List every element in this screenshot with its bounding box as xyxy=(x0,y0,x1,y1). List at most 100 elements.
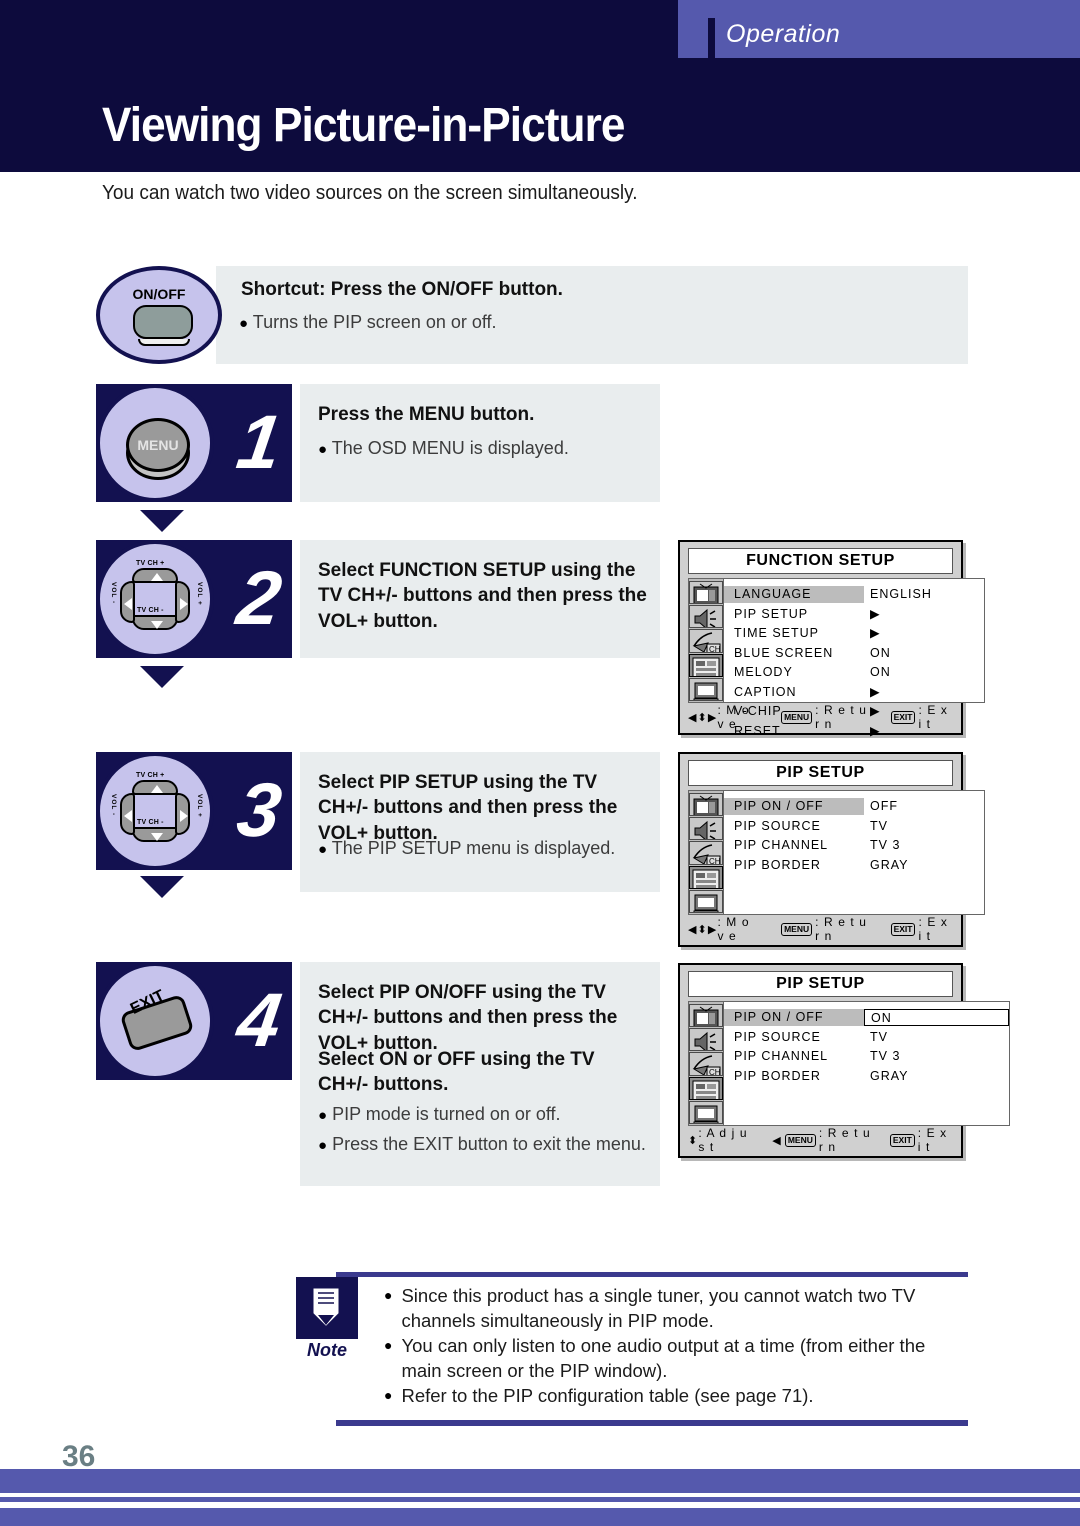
note-item-text: Since this product has a single tuner, y… xyxy=(401,1285,916,1331)
bullet-dot: ● xyxy=(318,441,328,458)
tv-icon[interactable] xyxy=(689,1004,723,1028)
onoff-key-cap xyxy=(133,305,193,339)
svg-text:CH: CH xyxy=(709,645,721,652)
osd-row[interactable]: PIP BORDER GRAY xyxy=(724,856,984,876)
bullet-dot: ● xyxy=(239,315,249,332)
menu-keycap-icon: MENU xyxy=(781,922,813,936)
step-2-number: 2 xyxy=(231,556,287,641)
pc-monitor-icon[interactable] xyxy=(689,889,723,914)
step-1-bullet: ● The OSD MENU is displayed. xyxy=(318,436,663,460)
step-4-bullet-1-text: PIP mode is turned on or off. xyxy=(332,1104,561,1124)
osd-row[interactable]: LANGUAGE ENGLISH xyxy=(724,585,984,605)
tv-icon[interactable] xyxy=(689,581,723,605)
speaker-icon[interactable] xyxy=(689,1028,723,1052)
dpad-down-label: TV CH - xyxy=(137,819,164,826)
osd-exit-text: : E x i t xyxy=(918,703,948,731)
osd-footer: ◀⬍▶ : M o v e MENU : R e t u r n EXIT : … xyxy=(688,915,953,943)
exit-keycap-icon: EXIT xyxy=(890,922,916,936)
exit-keycap-icon: EXIT xyxy=(890,710,916,724)
osd-row[interactable]: MELODY ON xyxy=(724,663,984,683)
osd-row-label: PIP SETUP xyxy=(734,606,809,621)
osd-row-label: CAPTION xyxy=(734,684,797,699)
osd-function-setup: FUNCTION SETUP CH LANGUAGE ENGLISH PIP S… xyxy=(678,540,985,738)
step-1-number: 1 xyxy=(231,400,287,485)
dpad-down-label: TV CH - xyxy=(137,607,164,614)
osd-title: PIP SETUP xyxy=(688,760,953,786)
osd-row-label: PIP ON / OFF xyxy=(724,798,864,816)
osd-icon-strip: CH xyxy=(688,1001,724,1126)
note-item-text: You can only listen to one audio output … xyxy=(401,1335,926,1381)
footer-bar-2 xyxy=(0,1497,1080,1502)
osd-row[interactable]: PIP SOURCE TV xyxy=(724,1028,1009,1048)
manual-page: Operation Viewing Picture-in-Picture You… xyxy=(0,0,1080,1526)
osd-row-label: PIP BORDER xyxy=(734,1068,821,1083)
shortcut-bullet-text: Turns the PIP screen on or off. xyxy=(252,312,497,332)
shortcut-bullet: ● Turns the PIP screen on or off. xyxy=(239,312,497,333)
bullet-dot: ● xyxy=(318,1107,328,1124)
osd-exit-text: : E x i t xyxy=(918,915,948,943)
osd-row-label: LANGUAGE xyxy=(724,586,864,604)
osd-row[interactable]: CAPTION ▶ xyxy=(724,683,984,703)
note-rule-top xyxy=(336,1272,968,1277)
step-3-bullet: ● The PIP SETUP menu is displayed. xyxy=(318,836,663,860)
osd-row-label: PIP CHANNEL xyxy=(734,1049,829,1064)
function-setup-icon[interactable] xyxy=(689,865,723,889)
osd-row[interactable]: TIME SETUP ▶ xyxy=(724,624,984,644)
page-title: Viewing Picture-in-Picture xyxy=(102,99,625,152)
function-setup-icon[interactable] xyxy=(689,653,723,677)
osd-row[interactable]: PIP SETUP ▶ xyxy=(724,605,984,625)
step-4-heading-2: Select ON or OFF using the TV CH+/- butt… xyxy=(318,1049,595,1096)
osd-row[interactable]: PIP CHANNEL TV 3 xyxy=(724,1047,1009,1067)
osd-move-text: : M o v e xyxy=(717,915,750,943)
channel-antenna-icon[interactable]: CH xyxy=(689,841,723,865)
section-label: Operation xyxy=(726,20,841,48)
osd-row[interactable]: PIP ON / OFF ON xyxy=(724,1008,1009,1028)
dpad-right-arrow-icon xyxy=(180,810,188,822)
osd-row-label: TIME SETUP xyxy=(734,626,820,641)
exit-button-illustration: EXIT xyxy=(96,962,214,1080)
osd-row-value: ▶ xyxy=(870,606,881,621)
channel-antenna-icon[interactable]: CH xyxy=(689,1052,723,1076)
nav-arrows-icon: ◀⬍▶ xyxy=(688,923,718,936)
speaker-icon[interactable] xyxy=(689,817,723,841)
dpad-right-label: VOL + xyxy=(196,582,203,606)
step-1: 1 MENU Press the MENU button. ● The OSD … xyxy=(96,384,968,502)
osd-row[interactable]: PIP CHANNEL TV 3 xyxy=(724,836,984,856)
left-arrow-icon: ◀ xyxy=(772,1134,782,1147)
speaker-icon[interactable] xyxy=(689,605,723,629)
tv-icon[interactable] xyxy=(689,793,723,817)
osd-move-hint: ◀⬍▶ : M o v e xyxy=(688,703,760,731)
osd-row-value: ON xyxy=(864,1009,1009,1027)
step-2-heading: Select FUNCTION SETUP using the TV CH+/-… xyxy=(318,560,647,632)
dpad-left-label: VOL - xyxy=(110,794,117,817)
step-1-bullet-text: The OSD MENU is displayed. xyxy=(331,438,569,458)
channel-antenna-icon[interactable]: CH xyxy=(689,629,723,653)
menu-keycap-icon: MENU xyxy=(781,710,813,724)
dpad-left-label: VOL - xyxy=(110,582,117,605)
step-4-panel: Select PIP ON/OFF using the TV CH+/- but… xyxy=(300,962,660,1186)
note-item: ● Since this product has a single tuner,… xyxy=(384,1284,968,1333)
pc-monitor-icon[interactable] xyxy=(689,677,723,702)
osd-row[interactable]: BLUE SCREEN ON xyxy=(724,644,984,664)
dpad-left xyxy=(120,581,135,623)
onoff-key-label: ON/OFF xyxy=(132,286,186,302)
osd-row[interactable]: PIP SOURCE TV xyxy=(724,817,984,837)
dpad-up-label: TV CH + xyxy=(136,560,165,567)
osd-row[interactable]: PIP ON / OFF OFF xyxy=(724,797,984,817)
osd-return-text: : R e t u r n xyxy=(815,915,868,943)
osd-row[interactable]: PIP BORDER GRAY xyxy=(724,1067,1009,1087)
osd-exit-hint: EXIT : E x i t xyxy=(888,915,953,943)
note-rule-bottom xyxy=(336,1420,968,1426)
menu-key-cap: MENU xyxy=(126,418,190,472)
note-item: ● Refer to the PIP configuration table (… xyxy=(384,1384,968,1409)
dpad-right xyxy=(175,581,190,623)
menu-button-illustration: MENU xyxy=(96,384,214,502)
pc-monitor-icon[interactable] xyxy=(689,1100,723,1125)
osd-move-hint: ◀⬍▶ : M o v e xyxy=(688,915,760,943)
osd-row-value: ▶ xyxy=(870,684,881,699)
note-badge xyxy=(296,1277,358,1339)
osd-row-value: TV xyxy=(870,1029,888,1044)
osd-row-value: TV 3 xyxy=(870,838,901,853)
osd-row-label: PIP SOURCE xyxy=(734,818,821,833)
function-setup-icon[interactable] xyxy=(689,1076,723,1100)
